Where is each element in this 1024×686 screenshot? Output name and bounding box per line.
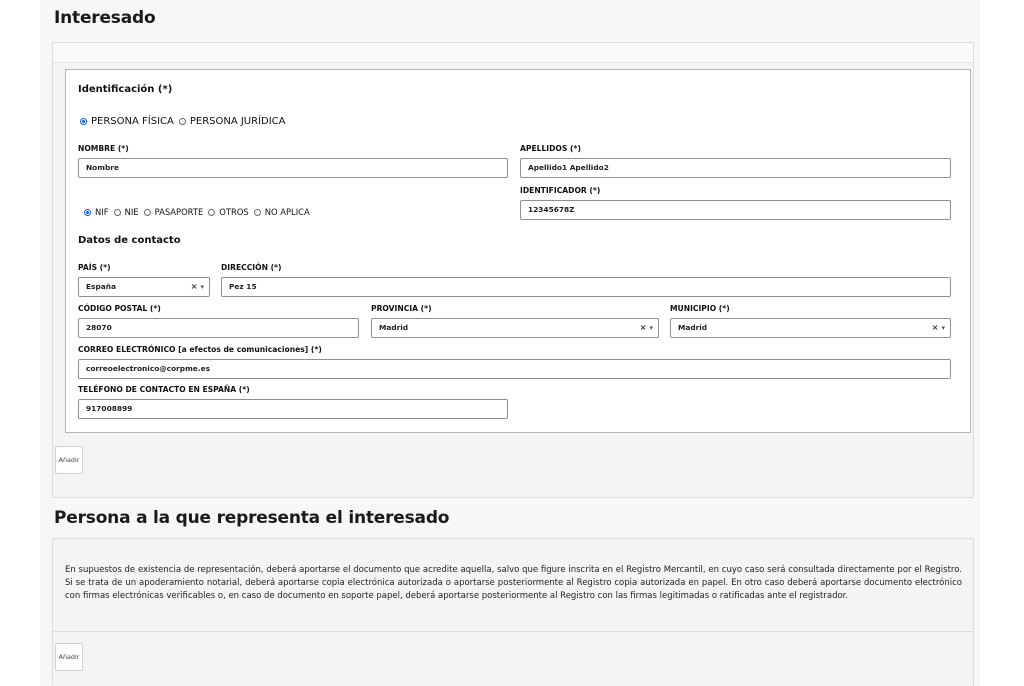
radio-persona-fisica[interactable]: PERSONA FÍSICA <box>80 116 174 127</box>
contacto-heading: Datos de contacto <box>78 235 181 246</box>
codigo-postal-label: CÓDIGO POSTAL (*) <box>78 304 161 313</box>
radio-unchecked-icon <box>208 208 216 216</box>
direccion-label: DIRECCIÓN (*) <box>221 263 282 272</box>
document-type-radio-group: NIF NIE PASAPORTE OTROS NO APLICA <box>84 207 315 217</box>
radio-label: NO APLICA <box>264 207 310 217</box>
radio-label: PASAPORTE <box>154 207 204 217</box>
radio-label: PERSONA JURÍDICA <box>189 116 286 127</box>
correo-input[interactable]: correoelectronico@corpme.es <box>78 359 951 379</box>
radio-otros[interactable]: OTROS <box>208 207 249 217</box>
provincia-select[interactable]: Madrid × ▾ <box>371 318 659 338</box>
radio-label: NIF <box>95 207 109 217</box>
interesado-panel: Identificación (*) PERSONA FÍSICA PERSON… <box>52 42 974 498</box>
panel-header-strip <box>53 43 973 63</box>
form-page: Interesado Identificación (*) PERSONA FÍ… <box>40 0 980 686</box>
add-interesado-button[interactable]: Añadir <box>55 446 83 474</box>
clear-icon[interactable]: × <box>640 323 647 332</box>
identificador-input[interactable]: 12345678Z <box>520 200 951 220</box>
radio-checked-icon <box>84 208 91 216</box>
direccion-input[interactable]: Pez 15 <box>221 277 951 297</box>
nombre-label: NOMBRE (*) <box>78 144 129 153</box>
chevron-down-icon[interactable]: ▾ <box>941 324 945 332</box>
radio-unchecked-icon <box>178 118 186 125</box>
correo-label: CORREO ELECTRÓNICO [a efectos de comunic… <box>78 345 322 354</box>
representado-panel: En supuestos de existencia de representa… <box>52 538 974 686</box>
add-representado-button[interactable]: Añadir <box>55 643 83 671</box>
municipio-value: Madrid <box>678 323 708 332</box>
radio-label: OTROS <box>219 207 249 217</box>
codigo-postal-input[interactable]: 28070 <box>78 318 359 338</box>
nombre-input[interactable]: Nombre <box>78 158 508 178</box>
representacion-info-text: En supuestos de existencia de representa… <box>65 565 962 601</box>
pais-select[interactable]: España × ▾ <box>78 277 210 297</box>
persona-type-radio-group: PERSONA FÍSICA PERSONA JURÍDICA <box>80 116 291 127</box>
radio-unchecked-icon <box>143 208 151 216</box>
radio-persona-juridica[interactable]: PERSONA JURÍDICA <box>178 116 286 127</box>
section-title-representado: Persona a la que representa el interesad… <box>54 508 450 528</box>
provincia-value: Madrid <box>379 323 409 332</box>
radio-pasaporte[interactable]: PASAPORTE <box>143 207 204 217</box>
radio-checked-icon <box>80 118 87 125</box>
panel-divider <box>53 631 973 632</box>
radio-unchecked-icon <box>253 208 261 216</box>
telefono-input[interactable]: 917008899 <box>78 399 508 419</box>
section-title-interesado: Interesado <box>54 8 156 28</box>
telefono-label: TELÉFONO DE CONTACTO EN ESPAÑA (*) <box>78 385 250 394</box>
radio-nie[interactable]: NIE <box>113 207 139 217</box>
select-controls: × ▾ <box>640 319 653 337</box>
radio-no-aplica[interactable]: NO APLICA <box>253 207 310 217</box>
identificador-label: IDENTIFICADOR (*) <box>520 186 601 195</box>
municipio-label: MUNICIPIO (*) <box>670 304 730 313</box>
apellidos-input[interactable]: Apellido1 Apellido2 <box>520 158 951 178</box>
radio-unchecked-icon <box>113 208 121 216</box>
apellidos-label: APELLIDOS (*) <box>520 144 581 153</box>
chevron-down-icon[interactable]: ▾ <box>649 324 653 332</box>
interesado-form-box: Identificación (*) PERSONA FÍSICA PERSON… <box>65 69 971 433</box>
select-controls: × ▾ <box>191 278 204 296</box>
clear-icon[interactable]: × <box>932 323 939 332</box>
clear-icon[interactable]: × <box>191 282 198 291</box>
select-controls: × ▾ <box>932 319 945 337</box>
radio-label: PERSONA FÍSICA <box>91 116 174 127</box>
chevron-down-icon[interactable]: ▾ <box>200 283 204 291</box>
pais-label: PAÍS (*) <box>78 263 111 272</box>
radio-label: NIE <box>124 207 139 217</box>
provincia-label: PROVINCIA (*) <box>371 304 432 313</box>
identificacion-heading: Identificación (*) <box>78 84 173 95</box>
pais-value: España <box>86 282 116 291</box>
municipio-select[interactable]: Madrid × ▾ <box>670 318 951 338</box>
radio-nif[interactable]: NIF <box>84 207 109 217</box>
